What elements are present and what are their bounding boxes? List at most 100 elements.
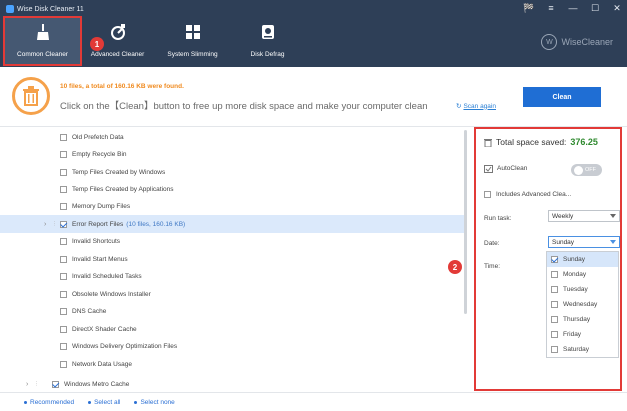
trash-small-icon	[484, 138, 492, 147]
list-item[interactable]: Network Data Usage	[0, 355, 467, 373]
list-group[interactable]: › ⋮ Windows Metro Cache	[0, 375, 467, 392]
list-item-label: Network Data Usage	[72, 360, 132, 368]
minimize-icon[interactable]: —	[567, 2, 579, 14]
close-icon[interactable]: ✕	[611, 2, 623, 14]
list-item[interactable]: Windows Delivery Optimization Files	[0, 337, 467, 355]
checkbox[interactable]	[52, 380, 59, 388]
day-option-label: Tuesday	[563, 286, 588, 293]
includes-advanced-row[interactable]: Includes Advanced Clea...	[484, 191, 571, 198]
list-item[interactable]: DNS Cache	[0, 302, 467, 320]
app-logo-icon	[6, 5, 14, 13]
list-item[interactable]: Invalid Scheduled Tasks	[0, 267, 467, 285]
list-item[interactable]: Memory Dump Files	[0, 197, 467, 215]
checkbox[interactable]	[60, 220, 67, 228]
day-dropdown: Sunday Monday Tuesday Wednesday Thursday…	[546, 251, 619, 358]
autoclean-toggle[interactable]: OFF	[571, 164, 602, 176]
checkbox[interactable]	[551, 271, 558, 278]
checkbox[interactable]	[60, 272, 67, 280]
result-banner: 10 files, a total of 160.16 KB were foun…	[0, 67, 627, 127]
day-option-wednesday[interactable]: Wednesday	[547, 297, 618, 312]
list-group-label: Windows Metro Cache	[64, 380, 130, 388]
recommended-link[interactable]: Recommended	[24, 399, 74, 406]
checkbox[interactable]	[551, 286, 558, 293]
total-space-saved: Total space saved: 376.25	[484, 137, 598, 147]
nav-label: Disk Defrag	[250, 51, 285, 58]
select-none-link[interactable]: Select none	[134, 399, 174, 406]
finish-flag-icon[interactable]: 🏁	[523, 2, 535, 14]
autoclean-panel: Total space saved: 376.25 AutoClean OFF …	[474, 127, 622, 391]
checkbox[interactable]	[60, 325, 67, 333]
day-option-sunday[interactable]: Sunday	[547, 252, 618, 267]
toggle-knob	[574, 165, 583, 175]
title-bar: Wise Disk Cleaner 11 🏁 ≡ — ☐ ✕ Common Cl…	[0, 0, 627, 67]
nav-common-cleaner[interactable]: Common Cleaner	[3, 16, 82, 66]
checkbox[interactable]	[60, 255, 67, 263]
nav-label: Advanced Cleaner	[90, 51, 145, 58]
checkbox[interactable]	[60, 342, 67, 350]
list-item-label: Invalid Shortcuts	[72, 237, 121, 245]
annotation-badge-2: 2	[448, 260, 462, 274]
checkbox[interactable]	[551, 331, 558, 338]
list-item-label: DirectX Shader Cache	[72, 325, 137, 333]
checkbox[interactable]	[60, 168, 67, 176]
clean-button[interactable]: Clean	[523, 87, 601, 107]
list-scrollbar[interactable]	[464, 130, 467, 314]
checkbox[interactable]	[60, 202, 67, 210]
list-item[interactable]: › ⋮ Error Report Files (10 files, 160.16…	[0, 215, 467, 233]
maximize-icon[interactable]: ☐	[589, 2, 601, 14]
list-item[interactable]: Temp Files Created by Applications	[0, 180, 467, 198]
scan-again-link[interactable]: ↻ Scan again	[456, 102, 496, 111]
day-option-monday[interactable]: Monday	[547, 267, 618, 282]
list-item[interactable]: Invalid Start Menus	[0, 250, 467, 268]
day-option-tuesday[interactable]: Tuesday	[547, 282, 618, 297]
saved-value: 376.25	[570, 137, 598, 147]
checkbox[interactable]	[484, 191, 491, 198]
broom-icon	[36, 24, 49, 40]
list-item-label: Old Prefetch Data	[72, 133, 124, 141]
checkbox[interactable]	[551, 301, 558, 308]
list-item[interactable]: Empty Recycle Bin	[0, 145, 467, 163]
checkbox[interactable]	[60, 307, 67, 315]
nav-disk-defrag[interactable]: Disk Defrag	[230, 18, 305, 64]
checkbox[interactable]	[551, 256, 558, 263]
menu-icon[interactable]: ≡	[545, 2, 557, 14]
date-label: Date:	[484, 240, 500, 247]
list-item-label: Obsolete Windows Installer	[72, 290, 151, 298]
day-option-saturday[interactable]: Saturday	[547, 342, 618, 357]
list-item[interactable]: Invalid Shortcuts	[0, 232, 467, 250]
list-item-label: Error Report Files	[72, 220, 124, 228]
checkbox[interactable]	[60, 237, 67, 245]
checkbox[interactable]	[60, 290, 67, 298]
found-summary: 10 files, a total of 160.16 KB were foun…	[60, 83, 184, 90]
time-label: Time:	[484, 263, 501, 270]
select-all-link[interactable]: Select all	[88, 399, 120, 406]
nav-label: System Slimming	[167, 51, 218, 58]
day-option-label: Wednesday	[563, 301, 598, 308]
list-item[interactable]: DirectX Shader Cache	[0, 320, 467, 338]
expand-chevron-icon[interactable]: ›	[44, 221, 46, 228]
list-item-label: Invalid Start Menus	[72, 255, 128, 263]
list-item[interactable]: Old Prefetch Data	[0, 128, 467, 146]
checkbox[interactable]	[60, 133, 67, 141]
date-value: Sunday	[552, 238, 575, 246]
run-task-select[interactable]: Weekly	[548, 210, 620, 222]
date-select[interactable]: Sunday	[548, 236, 620, 248]
checkbox[interactable]	[60, 185, 67, 193]
checkbox[interactable]	[551, 346, 558, 353]
brand-name: WiseCleaner	[561, 37, 613, 47]
list-item[interactable]: Obsolete Windows Installer	[0, 285, 467, 303]
checkbox[interactable]	[60, 360, 67, 368]
day-option-friday[interactable]: Friday	[547, 327, 618, 342]
drag-handle-icon: ⋮	[52, 221, 57, 227]
checkbox[interactable]	[60, 150, 67, 158]
checkbox[interactable]	[551, 316, 558, 323]
chevron-down-icon	[610, 240, 616, 244]
window-controls: 🏁 ≡ — ☐ ✕	[523, 2, 623, 14]
day-option-thursday[interactable]: Thursday	[547, 312, 618, 327]
brand-logo: W WiseCleaner	[541, 34, 613, 50]
main-nav: Common Cleaner Advanced Cleaner System S…	[3, 16, 305, 66]
list-item[interactable]: Temp Files Created by Windows	[0, 163, 467, 181]
expand-chevron-icon[interactable]: ›	[26, 381, 28, 388]
day-option-label: Thursday	[563, 316, 591, 323]
nav-system-slimming[interactable]: System Slimming	[155, 18, 230, 64]
